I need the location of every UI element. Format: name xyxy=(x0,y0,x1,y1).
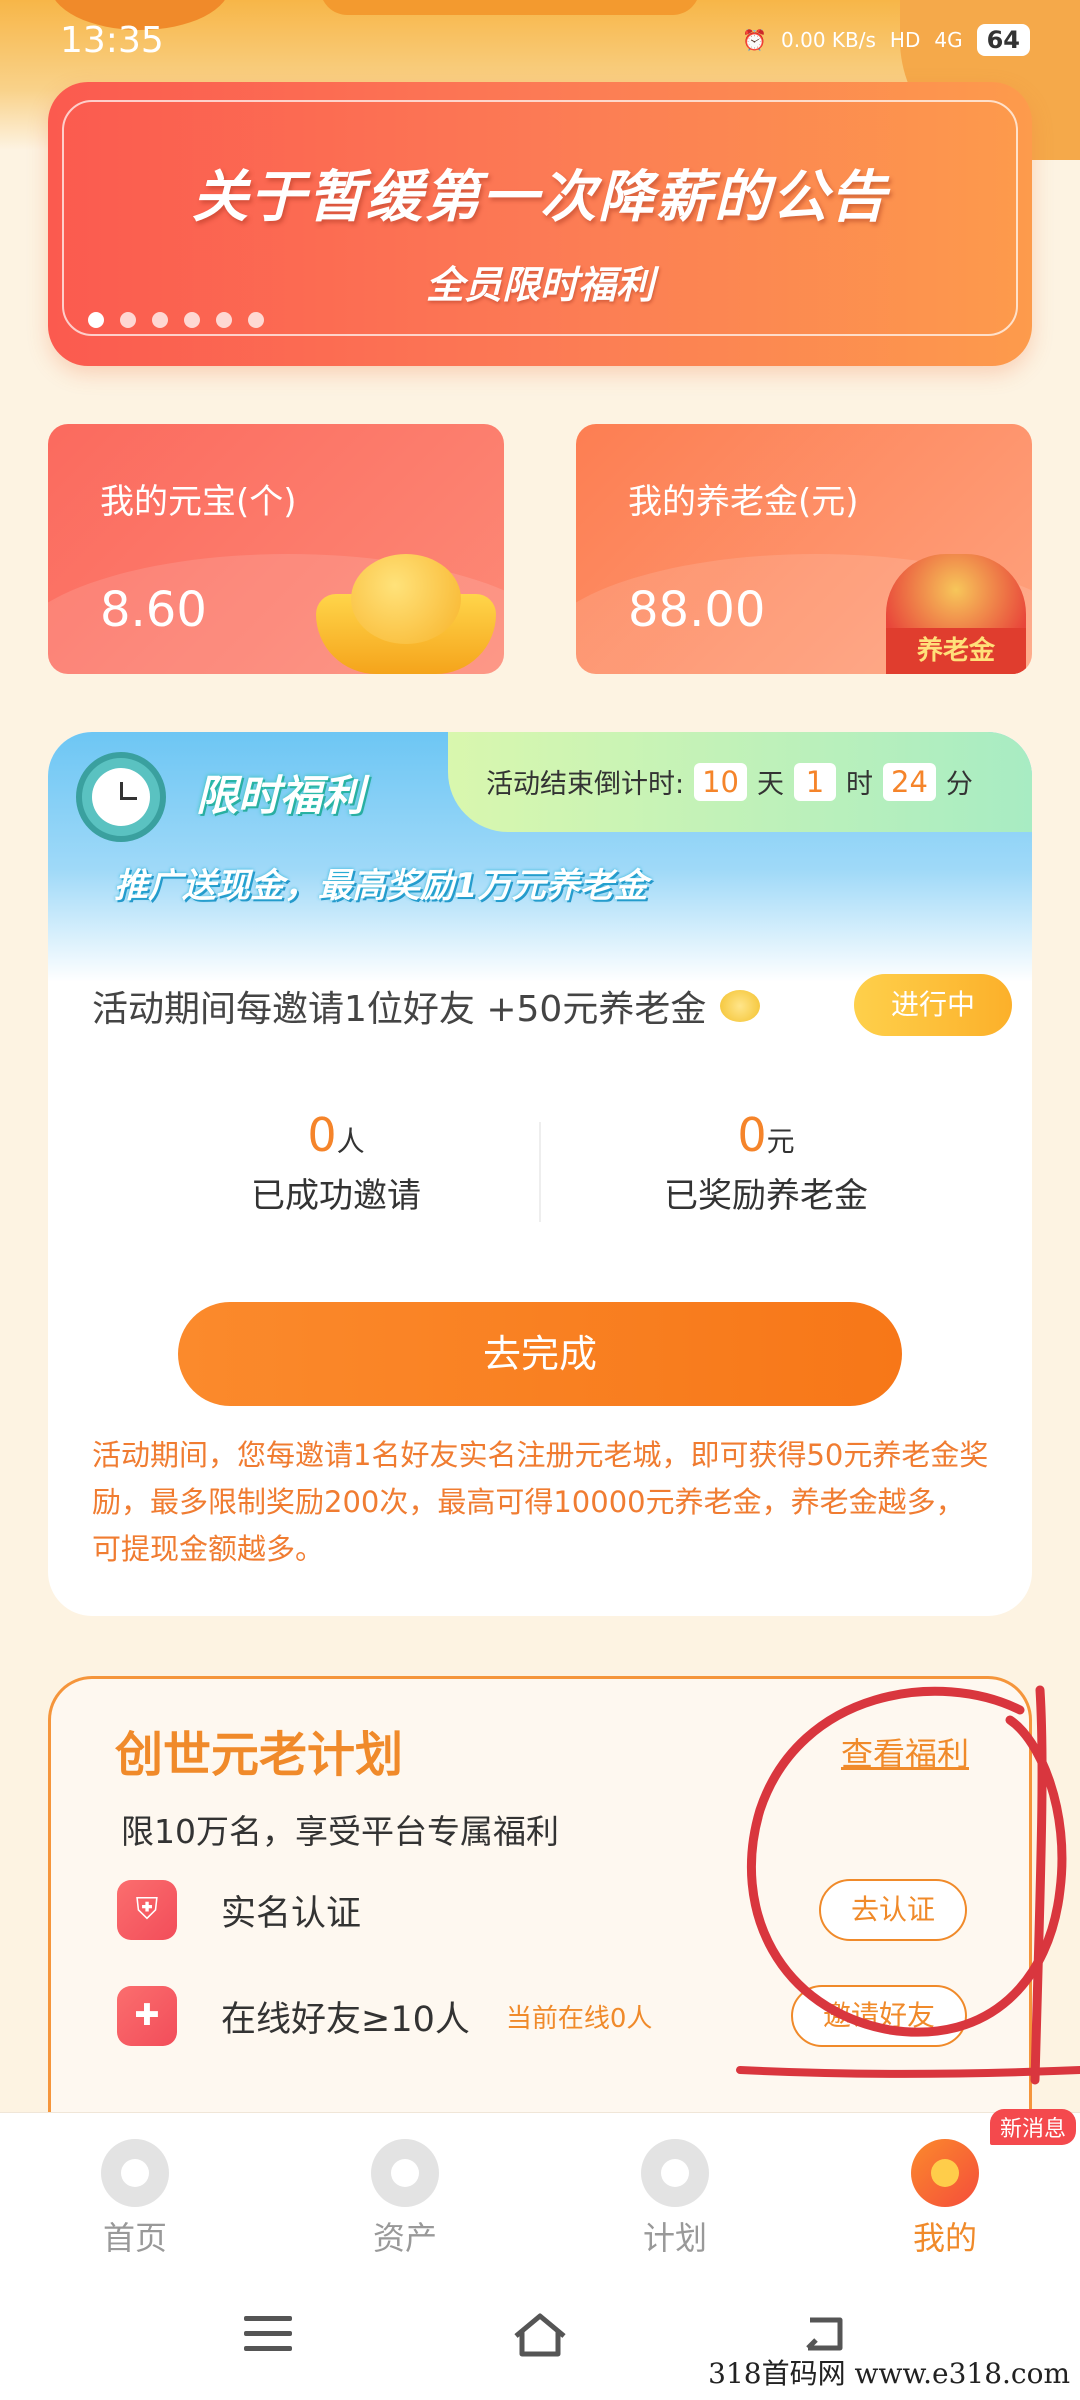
pension-balance-card[interactable]: 我的养老金(元) 88.00 养老金 xyxy=(576,424,1032,674)
status-badge: 进行中 xyxy=(854,974,1012,1036)
invited-label: 已成功邀请 xyxy=(251,1176,421,1216)
plan-row-verify: ⛨ 实名认证 去认证 xyxy=(117,1875,967,1945)
home-icon xyxy=(101,2139,169,2207)
system-navigation-bar: 318首码网 www.e318.com xyxy=(0,2270,1080,2400)
battery-icon: 64 xyxy=(976,24,1030,56)
online-friends-hint: 当前在线0人 xyxy=(505,2003,653,2034)
promo-rule-text: 活动期间每邀请1位好友 +50元养老金 xyxy=(92,989,707,1030)
add-user-icon: ✚ xyxy=(117,1986,177,2046)
profile-icon xyxy=(911,2139,979,2207)
carousel-dot[interactable] xyxy=(184,312,200,328)
reward-label: 已奖励养老金 xyxy=(664,1176,868,1216)
banner-title: 关于暂缓第一次降薪的公告 xyxy=(192,165,888,230)
promo-header: 限时福利 活动结束倒计时: 10 天 1 时 24 分 推广送现金，最高奖励1万… xyxy=(48,732,1032,982)
promo-description: 活动期间，您每邀请1名好友实名注册元老城，即可获得50元养老金奖励，最多限制奖励… xyxy=(92,1438,989,1566)
carousel-dot[interactable] xyxy=(216,312,232,328)
carousel-dot[interactable] xyxy=(248,312,264,328)
gold-ingot-icon xyxy=(296,544,496,674)
pension-tag: 养老金 xyxy=(886,628,1026,674)
invite-friends-button[interactable]: 邀请好友 xyxy=(790,1985,967,2047)
verify-button[interactable]: 去认证 xyxy=(818,1879,967,1941)
plan-row-label: 在线好友≥10人 xyxy=(221,1999,470,2040)
announcement-banner[interactable]: 关于暂缓第一次降薪的公告 全员限时福利 xyxy=(48,82,1032,366)
countdown: 活动结束倒计时: 10 天 1 时 24 分 xyxy=(486,762,973,801)
tab-mine[interactable]: 我的 新消息 xyxy=(810,2109,1080,2270)
tab-plan[interactable]: 计划 xyxy=(540,2113,810,2270)
founder-plan-card: 创世元老计划 查看福利 限10万名，享受平台专属福利 ⛨ 实名认证 去认证 ✚ … xyxy=(48,1676,1032,2136)
assets-icon xyxy=(371,2139,439,2207)
countdown-hours-unit: 时 xyxy=(846,769,874,800)
pension-label: 我的养老金(元) xyxy=(628,482,859,522)
limited-promo-card: 限时福利 活动结束倒计时: 10 天 1 时 24 分 推广送现金，最高奖励1万… xyxy=(48,732,1032,1616)
alarm-icon: ⏰ xyxy=(742,28,768,52)
tab-assets[interactable]: 资产 xyxy=(270,2113,540,2270)
hd-icon: HD xyxy=(889,28,921,52)
countdown-days-unit: 天 xyxy=(757,769,785,800)
shield-user-icon: ⛨ xyxy=(117,1880,177,1940)
new-message-badge: 新消息 xyxy=(990,2109,1077,2145)
countdown-minutes: 24 xyxy=(883,762,936,801)
back-icon[interactable] xyxy=(800,2310,850,2356)
ingot-balance-card[interactable]: 我的元宝(个) 8.60 xyxy=(48,424,504,674)
clock-icon xyxy=(76,752,166,842)
countdown-minutes-unit: 分 xyxy=(945,769,973,800)
ingot-label: 我的元宝(个) xyxy=(100,482,297,522)
tab-label: 首页 xyxy=(102,2219,167,2257)
reward-unit: 元 xyxy=(766,1125,795,1158)
ingot-value: 8.60 xyxy=(100,582,207,638)
invited-count: 0 xyxy=(307,1108,337,1162)
carousel-dot[interactable] xyxy=(152,312,168,328)
plan-row-label: 实名认证 xyxy=(221,1893,362,1934)
invited-stat: 0人 已成功邀请 xyxy=(136,1108,536,1217)
signal-icon: 4G xyxy=(934,28,963,52)
complete-task-button[interactable]: 去完成 xyxy=(178,1302,902,1406)
status-time: 13:35 xyxy=(60,19,164,61)
pension-value: 88.00 xyxy=(628,582,766,638)
tab-label: 资产 xyxy=(372,2219,437,2257)
carousel-dots xyxy=(88,312,264,328)
plan-row-friends: ✚ 在线好友≥10人 当前在线0人 邀请好友 xyxy=(117,1981,967,2051)
coin-icon xyxy=(720,990,761,1022)
tab-label: 我的 xyxy=(912,2219,977,2257)
status-bar: 13:35 ⏰ 0.00 KB/s HD 4G 64 xyxy=(0,0,1080,80)
home-nav-icon[interactable] xyxy=(510,2310,570,2360)
tab-label: 计划 xyxy=(642,2219,707,2257)
promo-title: 限时福利 xyxy=(196,771,365,820)
view-benefits-link[interactable]: 查看福利 xyxy=(841,1729,969,1775)
promo-rule: 活动期间每邀请1位好友 +50元养老金 xyxy=(92,980,761,1032)
plan-subtitle: 限10万名，享受平台专属福利 xyxy=(121,1812,559,1851)
invite-stats: 0人 已成功邀请 0元 已奖励养老金 xyxy=(48,1108,1032,1248)
carousel-dot[interactable] xyxy=(88,312,104,328)
promo-slogan: 推广送现金，最高奖励1万元养老金 xyxy=(114,866,648,906)
carousel-dot[interactable] xyxy=(120,312,136,328)
menu-icon[interactable] xyxy=(244,2316,292,2352)
bottom-tab-bar: 首页 资产 计划 我的 新消息 xyxy=(0,2109,1080,2270)
banner-subtitle: 全员限时福利 xyxy=(425,263,654,307)
stats-divider xyxy=(539,1122,541,1222)
watermark: 318首码网 www.e318.com xyxy=(708,2357,1070,2390)
net-speed: 0.00 KB/s xyxy=(781,28,876,52)
tab-home[interactable]: 首页 xyxy=(0,2113,270,2270)
countdown-days: 10 xyxy=(694,762,748,801)
plan-title: 创世元老计划 xyxy=(115,1727,404,1783)
reward-stat: 0元 已奖励养老金 xyxy=(566,1108,966,1217)
countdown-label: 活动结束倒计时: xyxy=(486,769,685,800)
plan-icon xyxy=(641,2139,709,2207)
countdown-hours: 1 xyxy=(794,762,837,801)
invited-unit: 人 xyxy=(336,1125,365,1158)
red-packet-icon: 养老金 xyxy=(876,514,1026,674)
reward-amount: 0 xyxy=(737,1108,767,1162)
